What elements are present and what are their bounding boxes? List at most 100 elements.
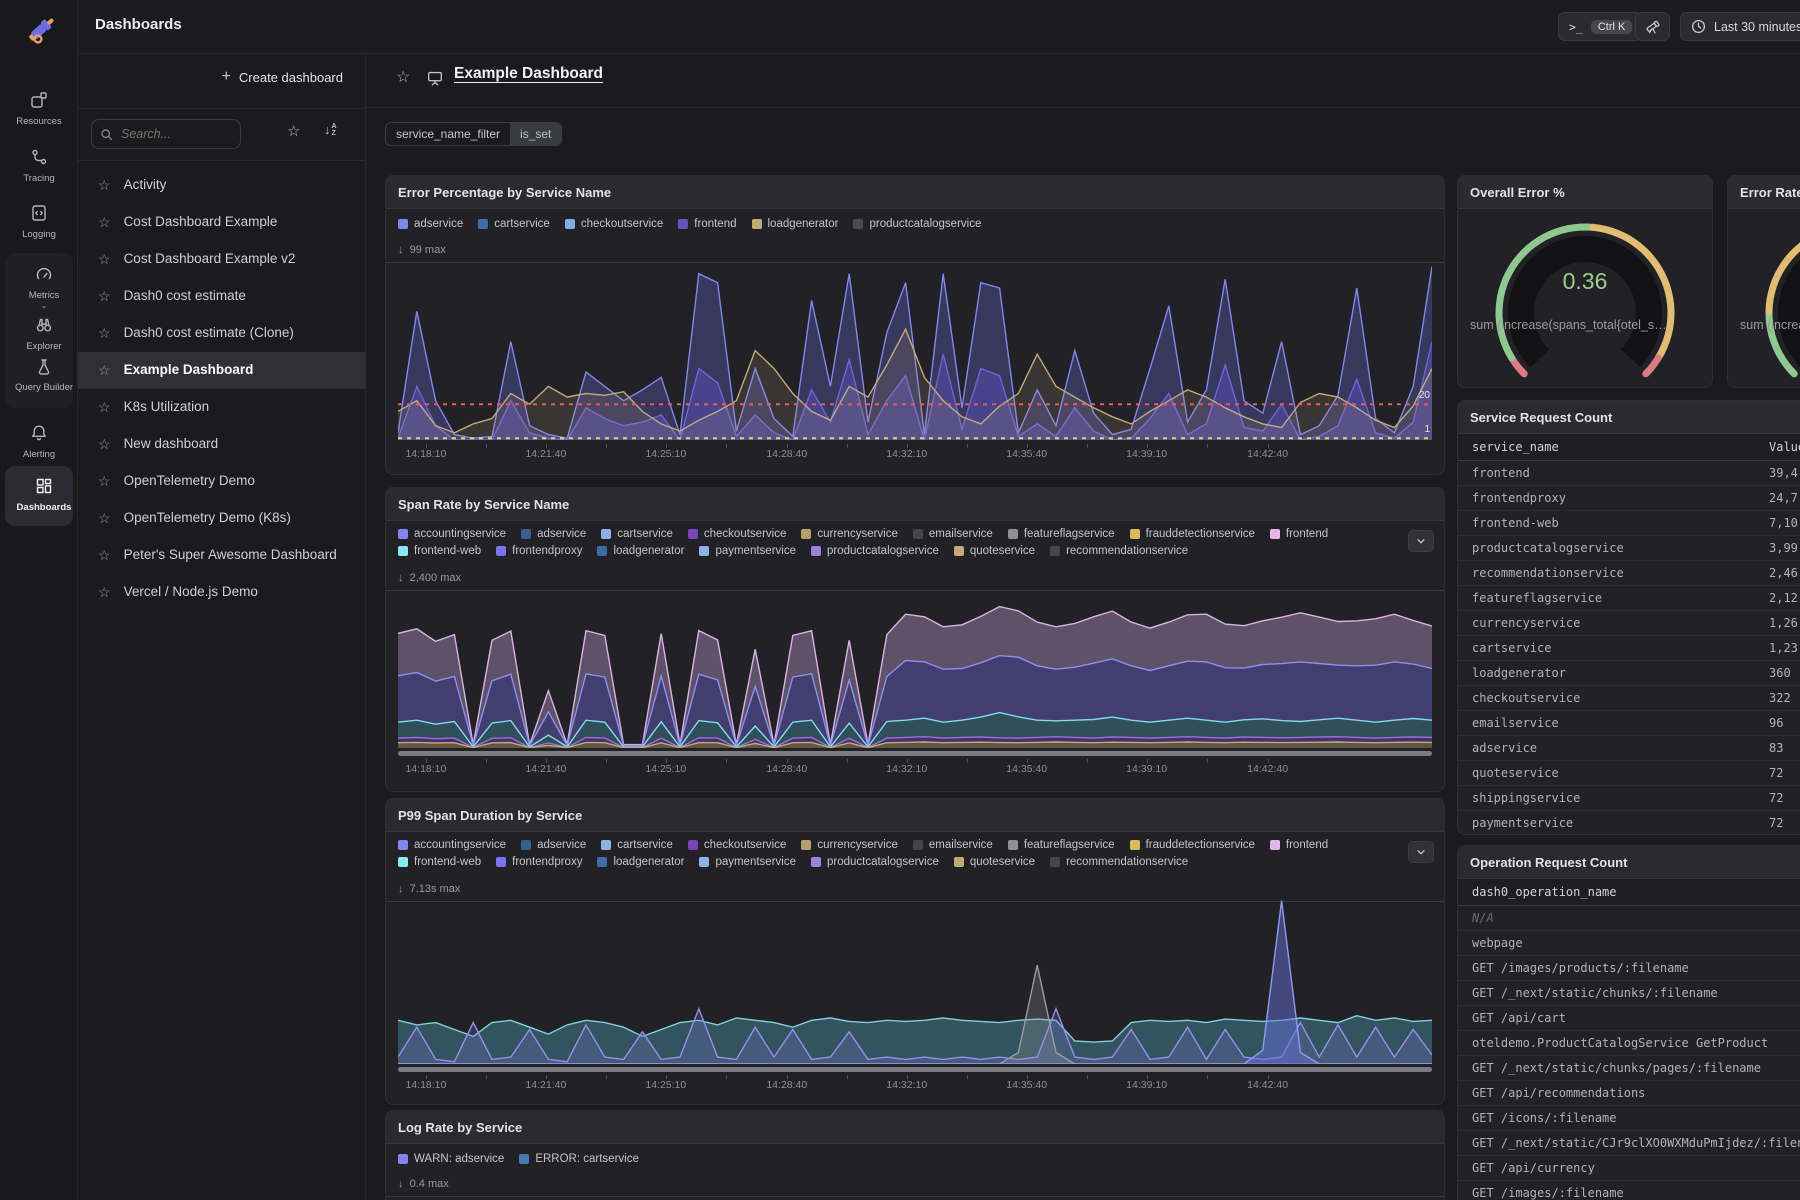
legend-item[interactable]: productcatalogservice	[811, 545, 939, 557]
sidebar-item-metrics[interactable]: Metrics ⌄	[5, 264, 83, 308]
dashboard-list-item[interactable]: ☆New dashboard	[78, 426, 366, 463]
presentation-icon[interactable]	[426, 69, 444, 92]
legend-item[interactable]: productcatalogservice	[811, 856, 939, 868]
legend-item[interactable]: featureflagservice	[1008, 528, 1115, 540]
table-row[interactable]: GET /api/cart	[1458, 1006, 1800, 1031]
legend-item[interactable]: WARN: adservice	[398, 1153, 504, 1165]
sidebar-item-resources[interactable]: Resources	[0, 90, 78, 127]
table-row[interactable]: GET /_next/static/chunks/:filename	[1458, 981, 1800, 1006]
legend-item[interactable]: checkoutservice	[688, 839, 786, 851]
command-palette-button[interactable]: >_ Ctrl K	[1558, 12, 1643, 41]
sidebar-item-tracing[interactable]: Tracing	[0, 147, 78, 184]
table-row[interactable]: checkoutservice322	[1458, 686, 1800, 711]
telescope-button[interactable]	[1635, 12, 1670, 41]
span-rate-chart[interactable]	[398, 589, 1432, 748]
create-dashboard-button[interactable]: + Create dashboard	[222, 68, 343, 86]
legend-item[interactable]: frauddetectionservice	[1130, 839, 1255, 851]
legend-item[interactable]: paymentservice	[699, 856, 796, 868]
table-row[interactable]: frontend39,4	[1458, 461, 1800, 486]
legend-item[interactable]: accountingservice	[398, 839, 506, 851]
table-row[interactable]: recommendationservice2,46	[1458, 561, 1800, 586]
legend-item[interactable]: loadgenerator	[597, 545, 684, 557]
dashboard-list-item[interactable]: ☆Activity	[78, 167, 366, 204]
sidebar-item-logging[interactable]: Logging	[0, 203, 78, 240]
dashboard-list-item[interactable]: ☆Peter's Super Awesome Dashboard	[78, 537, 366, 574]
log-rate-chart[interactable]	[398, 1195, 1432, 1200]
chart-zoom-scrollbar[interactable]	[398, 1067, 1432, 1072]
dashboard-list-item[interactable]: ☆Dash0 cost estimate (Clone)	[78, 315, 366, 352]
legend-item[interactable]: adservice	[398, 218, 463, 230]
dashboard-list-item[interactable]: ☆Cost Dashboard Example	[78, 204, 366, 241]
legend-item[interactable]: loadgenerator	[752, 218, 839, 230]
legend-item[interactable]: checkoutservice	[688, 528, 786, 540]
legend-item[interactable]: emailservice	[913, 528, 993, 540]
table-row[interactable]: cartservice1,23	[1458, 636, 1800, 661]
error-percentage-chart[interactable]: 201	[398, 263, 1432, 440]
legend-item[interactable]: currencyservice	[801, 839, 898, 851]
time-range-button[interactable]: Last 30 minutes	[1680, 12, 1800, 41]
legend-item[interactable]: recommendationservice	[1050, 545, 1188, 557]
dashboard-list-item[interactable]: ☆Example Dashboard	[78, 352, 366, 389]
legend-item[interactable]: accountingservice	[398, 528, 506, 540]
dashboard-list-item[interactable]: ☆Dash0 cost estimate	[78, 278, 366, 315]
legend-item[interactable]: productcatalogservice	[853, 218, 981, 230]
legend-item[interactable]: frontend-web	[398, 856, 481, 868]
legend-expand-button[interactable]	[1408, 530, 1434, 552]
table-row[interactable]: currencyservice1,26	[1458, 611, 1800, 636]
legend-item[interactable]: cartservice	[478, 218, 550, 230]
search-input[interactable]	[119, 126, 232, 142]
legend-item[interactable]: adservice	[521, 839, 586, 851]
table-row[interactable]: N/A	[1458, 906, 1800, 931]
table-row[interactable]: adservice83	[1458, 736, 1800, 761]
legend-item[interactable]: frontend	[678, 218, 736, 230]
dashboard-list-item[interactable]: ☆OpenTelemetry Demo	[78, 463, 366, 500]
favorites-filter-button[interactable]: ☆	[287, 122, 300, 140]
dashboard-list-item[interactable]: ☆Cost Dashboard Example v2	[78, 241, 366, 278]
table-row[interactable]: productcatalogservice3,99	[1458, 536, 1800, 561]
legend-item[interactable]: ERROR: cartservice	[519, 1153, 639, 1165]
legend-item[interactable]: checkoutservice	[565, 218, 663, 230]
table-row[interactable]: quoteservice72	[1458, 761, 1800, 786]
legend-item[interactable]: frontend	[1270, 528, 1328, 540]
column-operation-name[interactable]: dash0_operation_name	[1458, 885, 1617, 899]
table-row[interactable]: emailservice96	[1458, 711, 1800, 736]
table-row[interactable]: loadgenerator360	[1458, 661, 1800, 686]
legend-item[interactable]: frontend	[1270, 839, 1328, 851]
dashboard-list-item[interactable]: ☆OpenTelemetry Demo (K8s)	[78, 500, 366, 537]
legend-item[interactable]: recommendationservice	[1050, 856, 1188, 868]
sidebar-item-alerting[interactable]: Alerting	[0, 423, 78, 460]
filter-chip[interactable]: service_name_filter is_set	[385, 122, 562, 146]
legend-item[interactable]: cartservice	[601, 839, 673, 851]
sidebar-item-dashboards[interactable]: Dashboards	[5, 476, 83, 513]
legend-item[interactable]: frontendproxy	[496, 856, 582, 868]
legend-item[interactable]: featureflagservice	[1008, 839, 1115, 851]
legend-item[interactable]: currencyservice	[801, 528, 898, 540]
table-row[interactable]: GET /api/currency	[1458, 1156, 1800, 1181]
legend-item[interactable]: emailservice	[913, 839, 993, 851]
chart-zoom-scrollbar[interactable]	[398, 751, 1432, 756]
column-service-name[interactable]: service_name	[1458, 440, 1559, 454]
table-row[interactable]: GET /_next/static/chunks/pages/:filename	[1458, 1056, 1800, 1081]
legend-item[interactable]: frontendproxy	[496, 545, 582, 557]
table-row[interactable]: paymentservice72	[1458, 811, 1800, 835]
sidebar-item-explorer[interactable]: Explorer	[5, 315, 83, 352]
legend-item[interactable]: loadgenerator	[597, 856, 684, 868]
legend-item[interactable]: cartservice	[601, 528, 673, 540]
table-row[interactable]: featureflagservice2,12	[1458, 586, 1800, 611]
p99-duration-chart[interactable]	[398, 900, 1432, 1064]
dashboard-title[interactable]: Example Dashboard	[454, 65, 603, 83]
table-row[interactable]: shippingservice72	[1458, 786, 1800, 811]
legend-item[interactable]: frauddetectionservice	[1130, 528, 1255, 540]
legend-item[interactable]: frontend-web	[398, 545, 481, 557]
legend-item[interactable]: quoteservice	[954, 545, 1035, 557]
column-value[interactable]: Value	[1769, 440, 1800, 454]
table-row[interactable]: frontend-web7,10	[1458, 511, 1800, 536]
sort-button[interactable]: ↓ AZ	[324, 122, 337, 137]
table-row[interactable]: frontendproxy24,7	[1458, 486, 1800, 511]
table-row[interactable]: oteldemo.ProductCatalogService GetProduc…	[1458, 1031, 1800, 1056]
legend-expand-button[interactable]	[1408, 841, 1434, 863]
dashboard-list-item[interactable]: ☆K8s Utilization	[78, 389, 366, 426]
legend-item[interactable]: adservice	[521, 528, 586, 540]
table-row[interactable]: GET /_next/static/CJr9clXO0WXMduPmIjdez/…	[1458, 1131, 1800, 1156]
sidebar-item-query-builder[interactable]: Query Builder	[5, 357, 83, 393]
